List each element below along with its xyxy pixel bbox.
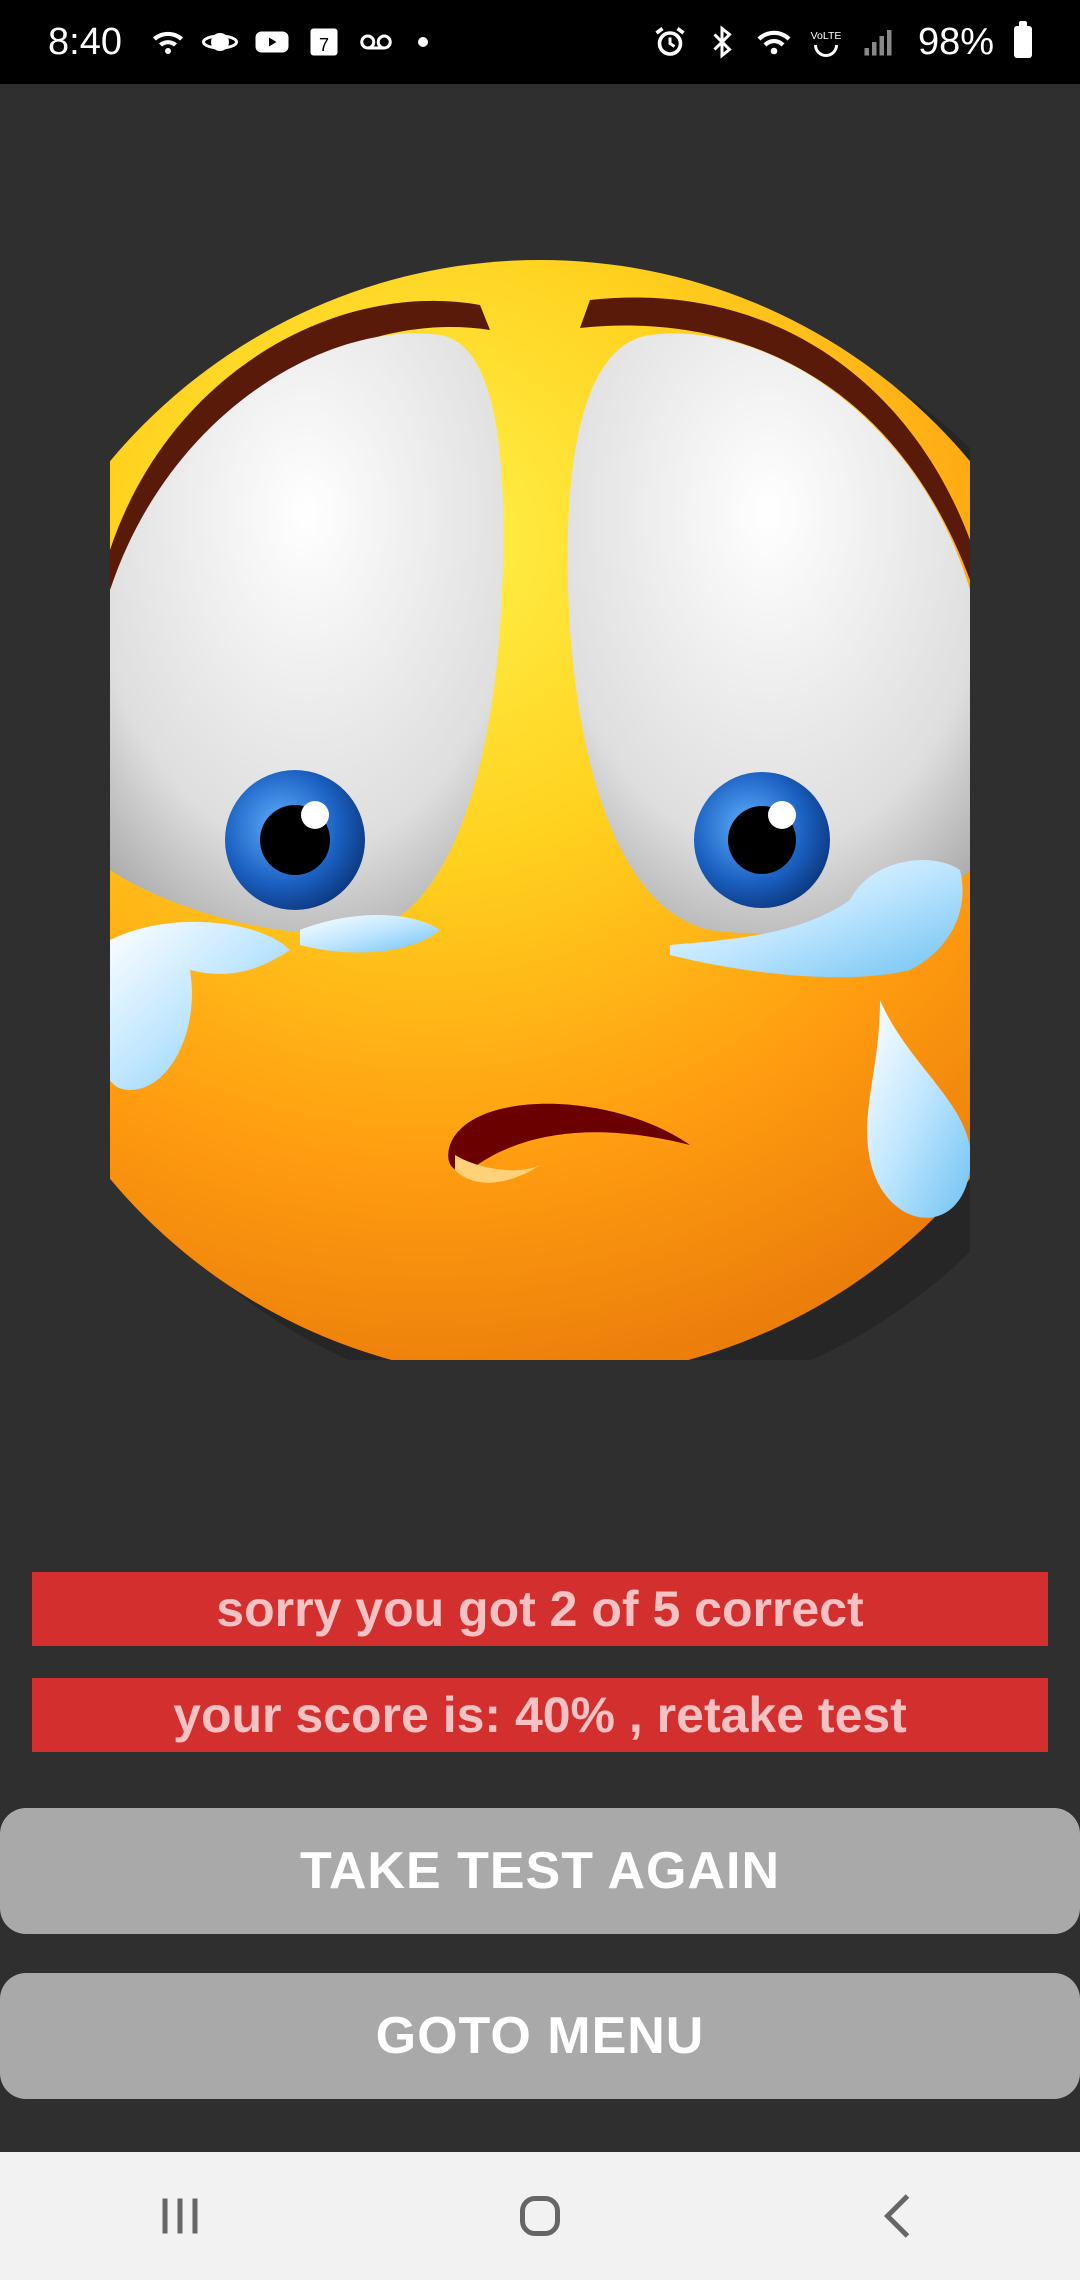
battery-percentage: 98%: [917, 20, 994, 63]
svg-text:VoLTE: VoLTE: [811, 30, 842, 42]
status-bar-left: 8:40 7: [48, 21, 428, 64]
youtube-icon: [254, 24, 290, 60]
take-test-again-button[interactable]: TAKE TEST AGAIN: [0, 1808, 1080, 1934]
wifi-calling-icon: [150, 24, 186, 60]
score-message: your score is: 40% , retake test: [32, 1678, 1048, 1752]
wifi-icon: [756, 24, 792, 60]
volte-icon: VoLTE: [808, 24, 844, 60]
signal-icon: [860, 24, 896, 60]
home-icon[interactable]: [480, 2171, 600, 2261]
crying-emoji-image: [110, 210, 970, 1360]
navigation-bar: [0, 2152, 1080, 2280]
goto-menu-button[interactable]: GOTO MENU: [0, 1973, 1080, 2099]
dot-icon: [417, 37, 428, 47]
back-icon[interactable]: [840, 2171, 960, 2261]
calendar-icon: 7: [306, 24, 342, 60]
bluetooth-icon: [704, 24, 740, 60]
result-message: sorry you got 2 of 5 correct: [32, 1572, 1048, 1646]
alarm-icon: [652, 24, 688, 60]
svg-text:7: 7: [319, 35, 329, 55]
recent-apps-icon[interactable]: [120, 2171, 240, 2261]
voicemail-icon: [358, 24, 394, 60]
status-bar: 8:40 7 VoLTE 98%: [0, 0, 1080, 84]
battery-icon: [1014, 21, 1032, 58]
saturn-icon: [201, 24, 238, 60]
status-time: 8:40: [48, 20, 122, 63]
status-bar-right: VoLTE 98%: [652, 21, 1032, 64]
